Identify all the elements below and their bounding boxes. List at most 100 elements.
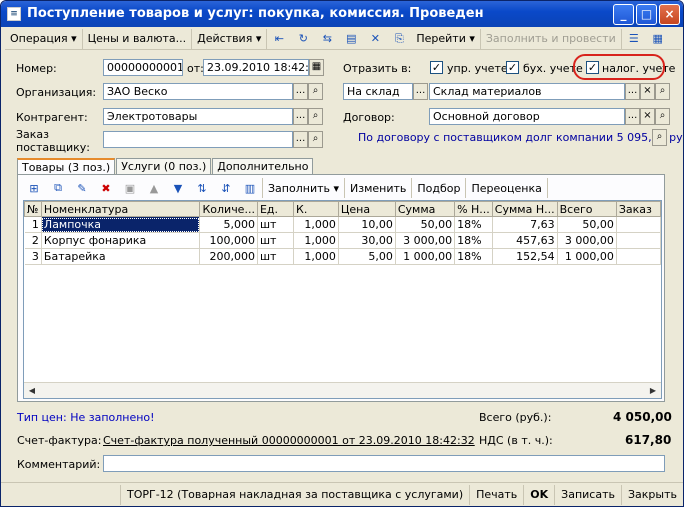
org-select-button[interactable]: ...	[293, 83, 308, 100]
table-row[interactable]: 3 Батарейка 200,000 шт 1,000 5,00 1 000,…	[24, 248, 661, 265]
unpost-icon[interactable]: ✕	[366, 31, 384, 47]
contragent-select-button[interactable]: ...	[293, 108, 308, 125]
cell-qty[interactable]: 200,000	[199, 248, 258, 265]
horizontal-scrollbar[interactable]: ◀ ▶	[24, 382, 661, 398]
print-button[interactable]: Печать	[469, 484, 523, 505]
cell-order[interactable]	[616, 232, 661, 249]
goto-menu[interactable]: Перейти ▾	[411, 28, 481, 49]
col-vat-sum[interactable]: Сумма Н...	[491, 201, 558, 217]
list-icon[interactable]: ☰	[625, 31, 643, 47]
cell-sum[interactable]: 3 000,00	[395, 232, 456, 249]
cell-vat-sum[interactable]: 152,54	[492, 248, 558, 265]
copy-row-icon[interactable]: ⧉	[49, 180, 67, 196]
back-arrow-icon[interactable]: ⇤	[270, 31, 288, 47]
cell-vat-rate[interactable]: 18%	[454, 248, 493, 265]
cell-price[interactable]: 30,00	[338, 232, 396, 249]
cell-unit[interactable]: шт	[257, 248, 295, 265]
minimize-button[interactable]: _	[613, 4, 634, 25]
col-vat-rate[interactable]: % Н...	[454, 201, 493, 217]
change-button[interactable]: Изменить	[345, 178, 413, 198]
recalc-button[interactable]: Переоценка	[466, 178, 548, 198]
cell-coef[interactable]: 1,000	[293, 248, 339, 265]
col-sum[interactable]: Сумма	[394, 201, 456, 217]
cell-nomenclature[interactable]: Батарейка	[41, 248, 201, 265]
cell-unit[interactable]: шт	[257, 232, 295, 249]
col-qty[interactable]: Количе...	[199, 201, 258, 217]
sort-asc-icon[interactable]: ⇅	[193, 180, 211, 196]
org-search-icon[interactable]: ⌕	[308, 83, 323, 100]
actions-menu[interactable]: Действия ▾	[192, 28, 268, 49]
calendar-icon[interactable]: ▦	[309, 59, 324, 76]
add-row-icon[interactable]: ⊞	[25, 180, 43, 196]
table-row[interactable]: 1 Лампочка 5,000 шт 1,000 10,00 50,00 18…	[24, 216, 661, 233]
buh-checkbox[interactable]: ✓	[506, 61, 519, 74]
scroll-right-icon[interactable]: ▶	[646, 384, 660, 398]
col-total[interactable]: Всего	[556, 201, 617, 217]
torg12-button[interactable]: ТОРГ-12 (Товарная накладная за поставщик…	[119, 484, 469, 505]
cell-vat-rate[interactable]: 18%	[454, 232, 493, 249]
barcode-icon[interactable]: ▥	[241, 180, 259, 196]
cell-order[interactable]	[616, 248, 661, 265]
cell-coef[interactable]: 1,000	[293, 232, 339, 249]
fill-menu[interactable]: Заполнить ▾	[262, 178, 345, 198]
order-field[interactable]	[103, 131, 293, 148]
cell-unit[interactable]: шт	[257, 216, 295, 233]
post-icon[interactable]: ▤	[342, 31, 360, 47]
debt-search-icon[interactable]: ⌕	[652, 129, 667, 146]
col-num[interactable]: №	[24, 201, 42, 217]
settings-list-icon[interactable]: ▦	[649, 31, 667, 47]
cell-nomenclature[interactable]: Корпус фонарика	[41, 232, 201, 249]
warehouse-select-button[interactable]: ...	[625, 83, 640, 100]
cell-nomenclature[interactable]: Лампочка	[41, 216, 201, 233]
contragent-search-icon[interactable]: ⌕	[308, 108, 323, 125]
col-nomenclature[interactable]: Номенклатура	[40, 201, 201, 217]
operation-menu[interactable]: Операция ▾	[5, 28, 83, 49]
cell-total[interactable]: 1 000,00	[557, 248, 617, 265]
order-search-icon[interactable]: ⌕	[308, 131, 323, 148]
contract-clear-icon[interactable]: ×	[640, 108, 655, 125]
cell-total[interactable]: 50,00	[557, 216, 617, 233]
scroll-left-icon[interactable]: ◀	[25, 384, 39, 398]
col-coef[interactable]: К.	[293, 201, 339, 217]
structure-icon[interactable]: ⎘	[390, 31, 408, 47]
warehouse-type-select[interactable]: ...	[413, 83, 428, 100]
swap-icon[interactable]: ⇆	[318, 31, 336, 47]
edit-row-icon[interactable]: ✎	[73, 180, 91, 196]
contragent-field[interactable]: Электротовары	[103, 108, 293, 125]
prices-button[interactable]: Цены и валюта...	[83, 28, 193, 49]
upr-checkbox[interactable]: ✓	[430, 61, 443, 74]
close-form-button[interactable]: Закрыть	[621, 484, 683, 505]
cell-sum[interactable]: 50,00	[395, 216, 456, 233]
order-select-button[interactable]: ...	[293, 131, 308, 148]
warehouse-field[interactable]: Склад материалов	[429, 83, 625, 100]
cell-vat-sum[interactable]: 457,63	[492, 232, 558, 249]
warehouse-search-icon[interactable]: ⌕	[655, 83, 670, 100]
cell-qty[interactable]: 100,000	[199, 232, 258, 249]
ok-button[interactable]: OK	[523, 484, 554, 505]
contract-search-icon[interactable]: ⌕	[655, 108, 670, 125]
price-type-link[interactable]: Тип цен: Не заполнено!	[17, 411, 155, 424]
col-unit[interactable]: Ед.	[256, 201, 295, 217]
cell-price[interactable]: 5,00	[338, 248, 396, 265]
col-price[interactable]: Цена	[337, 201, 396, 217]
warehouse-type-field[interactable]: На склад	[343, 83, 413, 100]
move-up-icon[interactable]: ▲	[145, 180, 163, 196]
invoice-link[interactable]: Счет-фактура полученный 00000000001 от 2…	[103, 434, 475, 447]
tab-goods[interactable]: Товары (3 поз.)	[17, 158, 116, 175]
delete-row-icon[interactable]: ✖	[97, 180, 115, 196]
contract-field[interactable]: Основной договор	[429, 108, 625, 125]
date-field[interactable]: 23.09.2010 18:42:32	[203, 59, 309, 76]
maximize-button[interactable]: □	[636, 4, 657, 25]
cell-vat-sum[interactable]: 7,63	[492, 216, 558, 233]
cell-total[interactable]: 3 000,00	[557, 232, 617, 249]
move-down-icon[interactable]: ▼	[169, 180, 187, 196]
debt-link[interactable]: По договору с поставщиком долг компании …	[358, 131, 683, 144]
save-button[interactable]: Записать	[554, 484, 621, 505]
cell-price[interactable]: 10,00	[338, 216, 396, 233]
tab-services[interactable]: Услуги (0 поз.)	[116, 158, 212, 174]
col-order[interactable]: Заказ	[615, 201, 661, 217]
cell-coef[interactable]: 1,000	[293, 216, 339, 233]
sort-desc-icon[interactable]: ⇵	[217, 180, 235, 196]
contract-select-button[interactable]: ...	[625, 108, 640, 125]
refresh-icon[interactable]: ↻	[294, 31, 312, 47]
